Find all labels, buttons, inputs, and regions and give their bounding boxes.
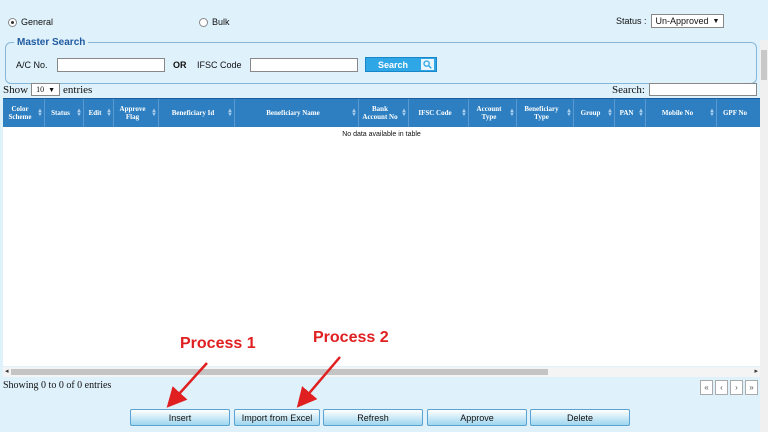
- radio-general-label: General: [21, 17, 54, 27]
- table-header: Color Scheme ▲ ▼ Status ▲ ▼ Edit ▲ ▼ Approve F…: [3, 98, 760, 127]
- table-search-input[interactable]: [648, 83, 757, 96]
- column-header-gpf-no[interactable]: GPF No: [717, 99, 760, 127]
- sort-icon: ▲ ▼: [151, 108, 157, 118]
- search-button-label: Search: [378, 59, 409, 70]
- column-header-status[interactable]: Status ▲ ▼: [45, 99, 84, 127]
- ifsc-code-input[interactable]: [250, 58, 358, 72]
- next-page-button[interactable]: ›: [730, 380, 743, 395]
- dropdown-arrow-icon: ▼: [712, 17, 720, 25]
- entries-select[interactable]: 10 ▼: [31, 83, 60, 96]
- column-header-beneficiary-id[interactable]: Beneficiary Id ▲ ▼: [159, 99, 235, 127]
- horizontal-scrollbar-thumb[interactable]: [11, 369, 548, 375]
- previous-page-button[interactable]: ‹: [715, 380, 728, 395]
- scroll-right-icon[interactable]: ▸: [754, 367, 758, 375]
- sort-icon: ▲ ▼: [401, 108, 407, 118]
- search-button[interactable]: Search: [365, 57, 437, 72]
- vertical-scrollbar-thumb[interactable]: [761, 50, 767, 80]
- sort-icon: ▲ ▼: [37, 108, 43, 118]
- annotation-process-1: Process 1: [180, 335, 256, 352]
- column-header-group[interactable]: Group ▲ ▼: [574, 99, 615, 127]
- column-header-account-type[interactable]: Account Type ▲ ▼: [469, 99, 517, 127]
- table-search-label: Search:: [612, 83, 645, 96]
- radio-general[interactable]: General: [8, 17, 53, 27]
- sort-icon: ▲ ▼: [76, 108, 82, 118]
- master-search-panel: Master Search A/C No. OR IFSC Code Searc…: [5, 37, 757, 84]
- radio-selected-icon: [8, 17, 17, 27]
- table-search: Search:: [612, 83, 757, 96]
- approve-button[interactable]: Approve: [427, 409, 527, 426]
- page-length-control: Show 10 ▼ entries: [3, 83, 92, 96]
- status-select-value: Un-Approved: [655, 16, 709, 26]
- sort-icon: ▲ ▼: [351, 108, 357, 118]
- ac-no-input[interactable]: [57, 58, 165, 72]
- insert-button[interactable]: Insert: [130, 409, 230, 426]
- sort-icon: ▲ ▼: [709, 108, 715, 118]
- sort-icon: ▲ ▼: [638, 108, 644, 118]
- vertical-scrollbar[interactable]: [760, 40, 768, 432]
- sort-icon: ▲ ▼: [607, 108, 613, 118]
- annotation-process-2: Process 2: [313, 329, 389, 346]
- status-filter: Status : Un-Approved ▼: [616, 14, 725, 28]
- magnifier-icon: [421, 59, 434, 70]
- column-header-color-scheme[interactable]: Color Scheme ▲ ▼: [3, 99, 45, 127]
- column-header-approve-flag[interactable]: Approve Flag ▲ ▼: [114, 99, 159, 127]
- refresh-button[interactable]: Refresh: [323, 409, 423, 426]
- import-from-excel-button[interactable]: Import from Excel: [234, 409, 320, 426]
- ifsc-code-label: IFSC Code: [197, 60, 242, 70]
- column-header-pan[interactable]: PAN ▲ ▼: [615, 99, 646, 127]
- last-page-button[interactable]: »: [745, 380, 758, 395]
- status-select[interactable]: Un-Approved ▼: [650, 14, 725, 28]
- table-info: Showing 0 to 0 of 0 entries: [3, 380, 112, 391]
- or-label: OR: [173, 60, 187, 70]
- empty-table-message: No data available in table: [3, 127, 760, 143]
- top-bar: General Bulk Status : Un-Approved ▼: [0, 0, 768, 40]
- column-header-beneficiary-name[interactable]: Beneficiary Name ▲ ▼: [235, 99, 359, 127]
- sort-icon: ▲ ▼: [509, 108, 515, 118]
- horizontal-scrollbar[interactable]: ◂ ▸: [3, 367, 760, 377]
- column-header-bank-account-no[interactable]: Bank Account No ▲ ▼: [359, 99, 409, 127]
- column-header-beneficiary-type[interactable]: Beneficiary Type ▲ ▼: [517, 99, 574, 127]
- sort-icon: ▲ ▼: [227, 108, 233, 118]
- sort-icon: ▲ ▼: [566, 108, 572, 118]
- status-label: Status :: [616, 16, 647, 26]
- pagination: « ‹ › »: [700, 380, 758, 395]
- radio-bulk-label: Bulk: [212, 17, 230, 27]
- entries-label: entries: [63, 83, 93, 96]
- column-header-mobile-no[interactable]: Mobile No ▲ ▼: [646, 99, 717, 127]
- entries-select-value: 10: [36, 85, 45, 94]
- radio-bulk[interactable]: Bulk: [199, 17, 230, 27]
- table-controls: Show 10 ▼ entries Search:: [0, 83, 768, 97]
- show-label: Show: [3, 83, 29, 96]
- sort-icon: ▲ ▼: [106, 108, 112, 118]
- column-header-ifsc-code[interactable]: IFSC Code ▲ ▼: [409, 99, 469, 127]
- column-header-edit[interactable]: Edit ▲ ▼: [84, 99, 114, 127]
- delete-button[interactable]: Delete: [530, 409, 630, 426]
- scroll-left-icon[interactable]: ◂: [5, 367, 9, 375]
- first-page-button[interactable]: «: [700, 380, 713, 395]
- master-search-legend: Master Search: [14, 37, 89, 48]
- radio-unselected-icon: [199, 17, 208, 27]
- ac-no-label: A/C No.: [16, 60, 48, 70]
- dropdown-arrow-icon: ▼: [48, 85, 55, 94]
- sort-icon: ▲ ▼: [461, 108, 467, 118]
